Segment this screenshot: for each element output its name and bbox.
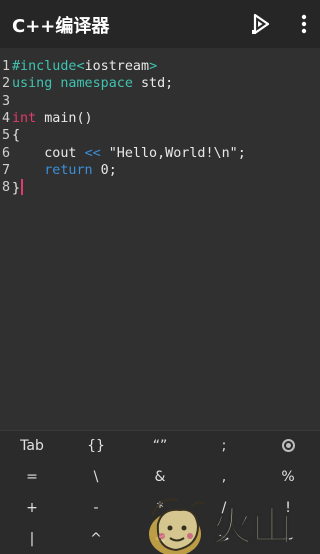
code-line[interactable]: 5{ — [0, 127, 320, 144]
code-text: return 0; — [12, 162, 117, 179]
code-line[interactable]: 1 #include<iostream> — [0, 58, 320, 75]
code-line[interactable]: 3 — [0, 93, 320, 110]
line-number: 8 — [1, 180, 10, 196]
line-number: 7 — [1, 162, 10, 178]
code-text: using namespace std; — [12, 75, 173, 92]
code-token: << — [84, 145, 101, 161]
symbol-key[interactable]: | — [0, 524, 64, 554]
line-number: 2 — [1, 76, 10, 92]
code-line[interactable]: 8} — [0, 179, 320, 196]
code-token: int — [12, 110, 37, 126]
symbol-key[interactable]: - — [64, 493, 128, 524]
code-text: cout << "Hello,World!\n"; — [12, 145, 246, 162]
code-token: #include< — [12, 59, 85, 74]
symbol-key[interactable]: ! — [256, 493, 320, 524]
code-token: iostream — [84, 59, 150, 74]
code-token: } — [12, 181, 21, 197]
code-token: { — [12, 128, 21, 144]
symbol-key[interactable]: Tab — [0, 431, 64, 462]
code-text: } — [12, 179, 24, 197]
symbol-key[interactable]: ^ — [64, 524, 128, 554]
play-run-icon — [252, 13, 270, 35]
code-token: "Hello,World!\n"; — [100, 145, 246, 161]
symbol-key[interactable]: ~ — [256, 524, 320, 554]
code-token: 0; — [92, 162, 117, 178]
line-number: 4 — [1, 110, 10, 126]
text-cursor — [21, 179, 24, 196]
symbol-key[interactable]: > — [192, 524, 256, 554]
symbol-keyboard: Tab{} “”; = \ &,% + - * /! | ^ < > ~ — [0, 430, 320, 554]
code-text: { — [12, 127, 20, 144]
line-number: 6 — [1, 145, 10, 161]
code-token: > — [149, 59, 158, 74]
code-token: return — [44, 162, 93, 178]
code-text: #include<iostream> — [12, 58, 157, 75]
app-title: C++编译器 — [12, 16, 110, 37]
code-token: cout — [12, 145, 85, 161]
symbol-key[interactable]: = — [0, 462, 64, 493]
code-token: main() — [36, 110, 93, 126]
line-number: 1 — [1, 59, 10, 74]
code-line[interactable]: 6 cout << "Hello,World!\n"; — [0, 145, 320, 162]
code-token: std; — [132, 76, 174, 92]
code-line[interactable]: 2 using namespace std; — [0, 75, 320, 92]
code-line[interactable]: 4 int main() — [0, 110, 320, 127]
symbol-key[interactable]: * — [128, 493, 192, 524]
line-number: 5 — [1, 128, 10, 144]
more-options-button[interactable] — [296, 12, 312, 36]
symbol-key[interactable]: “” — [128, 431, 192, 462]
symbol-key[interactable]: {} — [64, 431, 128, 462]
app-bar: C++编译器 — [0, 0, 320, 48]
radio-key[interactable] — [256, 431, 320, 462]
symbol-key[interactable]: ; — [192, 431, 256, 462]
more-vert-icon — [301, 14, 307, 34]
code-token: using namespace — [12, 76, 133, 92]
code-text: int main() — [12, 110, 93, 127]
radio-button-icon — [281, 439, 295, 452]
run-button[interactable] — [250, 12, 272, 36]
symbol-key[interactable]: + — [0, 493, 64, 524]
symbol-key[interactable]: , — [192, 462, 256, 493]
symbol-key[interactable]: < — [128, 524, 192, 554]
symbol-key[interactable]: & — [128, 462, 192, 493]
code-editor[interactable]: 1 #include<iostream> 2 using namespace std;… — [0, 48, 320, 430]
code-line[interactable]: 7 return 0; — [0, 162, 320, 179]
symbol-key[interactable]: \ — [64, 462, 128, 493]
symbol-key[interactable]: % — [256, 462, 320, 493]
symbol-key[interactable]: / — [192, 493, 256, 524]
line-number: 3 — [1, 93, 10, 109]
